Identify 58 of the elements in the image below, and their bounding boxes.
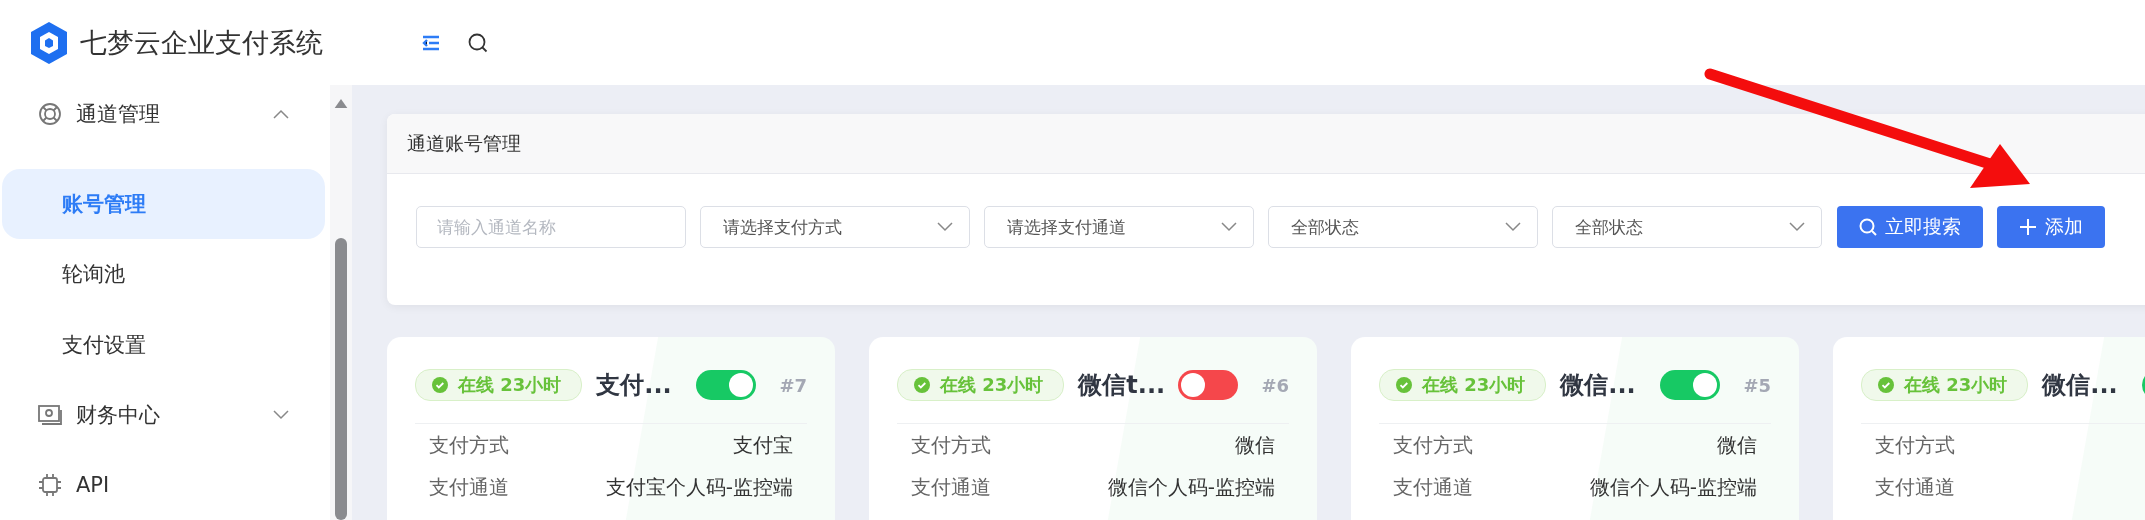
channel-name: 微信... — [2042, 370, 2119, 401]
chevron-down-icon — [1505, 222, 1521, 232]
chevron-down-icon — [1789, 222, 1805, 232]
field-label: 支付通道 — [1393, 473, 1473, 501]
select-field[interactable]: 请选择支付方式 — [700, 206, 970, 248]
search-icon[interactable] — [468, 32, 488, 53]
channel-name: 支付... — [596, 370, 673, 401]
toggle-switch[interactable] — [696, 370, 757, 400]
logo-icon — [30, 20, 68, 65]
toggle-switch[interactable] — [1660, 370, 1721, 400]
field-value: 微信个人码-监控端 — [1589, 473, 1757, 501]
app-title: 七梦云企业支付系统 — [80, 25, 324, 60]
scroll-up-icon[interactable] — [334, 99, 348, 109]
field-label: 支付通道 — [1875, 473, 1955, 501]
lifebuoy-icon — [38, 102, 62, 127]
chip-icon — [38, 472, 62, 497]
field-value: 微信个人码-监控端 — [1107, 473, 1275, 501]
toggle-switch[interactable] — [1178, 370, 1239, 400]
field-label: 支付方式 — [911, 431, 991, 459]
photo-frame-icon — [38, 403, 62, 426]
channel-name: 微信... — [1560, 370, 1637, 401]
channel-id: #7 — [779, 374, 807, 396]
field-label: 支付方式 — [429, 431, 509, 459]
field-label: 支付方式 — [1393, 431, 1473, 459]
status-badge: 在线 23小时 — [897, 369, 1065, 401]
field-value: 支付宝 — [733, 431, 793, 459]
field-value: 支付宝个人码-监控端 — [605, 473, 793, 501]
scrollbar[interactable] — [330, 85, 352, 520]
select-field[interactable]: 全部状态 — [1268, 206, 1538, 248]
select-field[interactable]: 请选择支付通道 — [984, 206, 1254, 248]
search-button[interactable]: 立即搜索 — [1837, 206, 1983, 248]
menu-fold-icon[interactable] — [422, 34, 440, 51]
chevron-down-icon — [273, 409, 289, 420]
sidebar-item[interactable]: 支付设置 — [2, 309, 325, 380]
chevron-down-icon — [1221, 222, 1237, 232]
field-label: 支付通道 — [911, 473, 991, 501]
channel-id: #6 — [1261, 374, 1289, 396]
field-value: 微信 — [1717, 431, 1757, 459]
sidebar-item[interactable]: 通道管理 — [2, 79, 325, 150]
status-badge: 在线 23小时 — [1379, 369, 1547, 401]
panel-title: 通道账号管理 — [407, 130, 521, 156]
channel-name: 微信t... — [1078, 370, 1165, 401]
sidebar-item[interactable]: 财务中心 — [2, 379, 325, 450]
name-input[interactable]: 请输入通道名称 — [416, 206, 686, 248]
status-badge: 在线 23小时 — [415, 369, 583, 401]
field-label: 支付方式 — [1875, 431, 1955, 459]
chevron-up-icon — [273, 109, 289, 120]
sidebar-item[interactable]: API — [2, 449, 325, 520]
channel-id: #5 — [1743, 374, 1771, 396]
select-field[interactable]: 全部状态 — [1552, 206, 1822, 248]
status-badge: 在线 23小时 — [1861, 369, 2029, 401]
sidebar-item[interactable]: 轮询池 — [2, 239, 325, 310]
field-label: 支付通道 — [429, 473, 509, 501]
add-button[interactable]: 添加 — [1997, 206, 2105, 248]
search-icon — [1859, 218, 1877, 236]
field-value: 微信 — [1235, 431, 1275, 459]
plus-icon — [2019, 218, 2037, 236]
chevron-down-icon — [937, 222, 953, 232]
